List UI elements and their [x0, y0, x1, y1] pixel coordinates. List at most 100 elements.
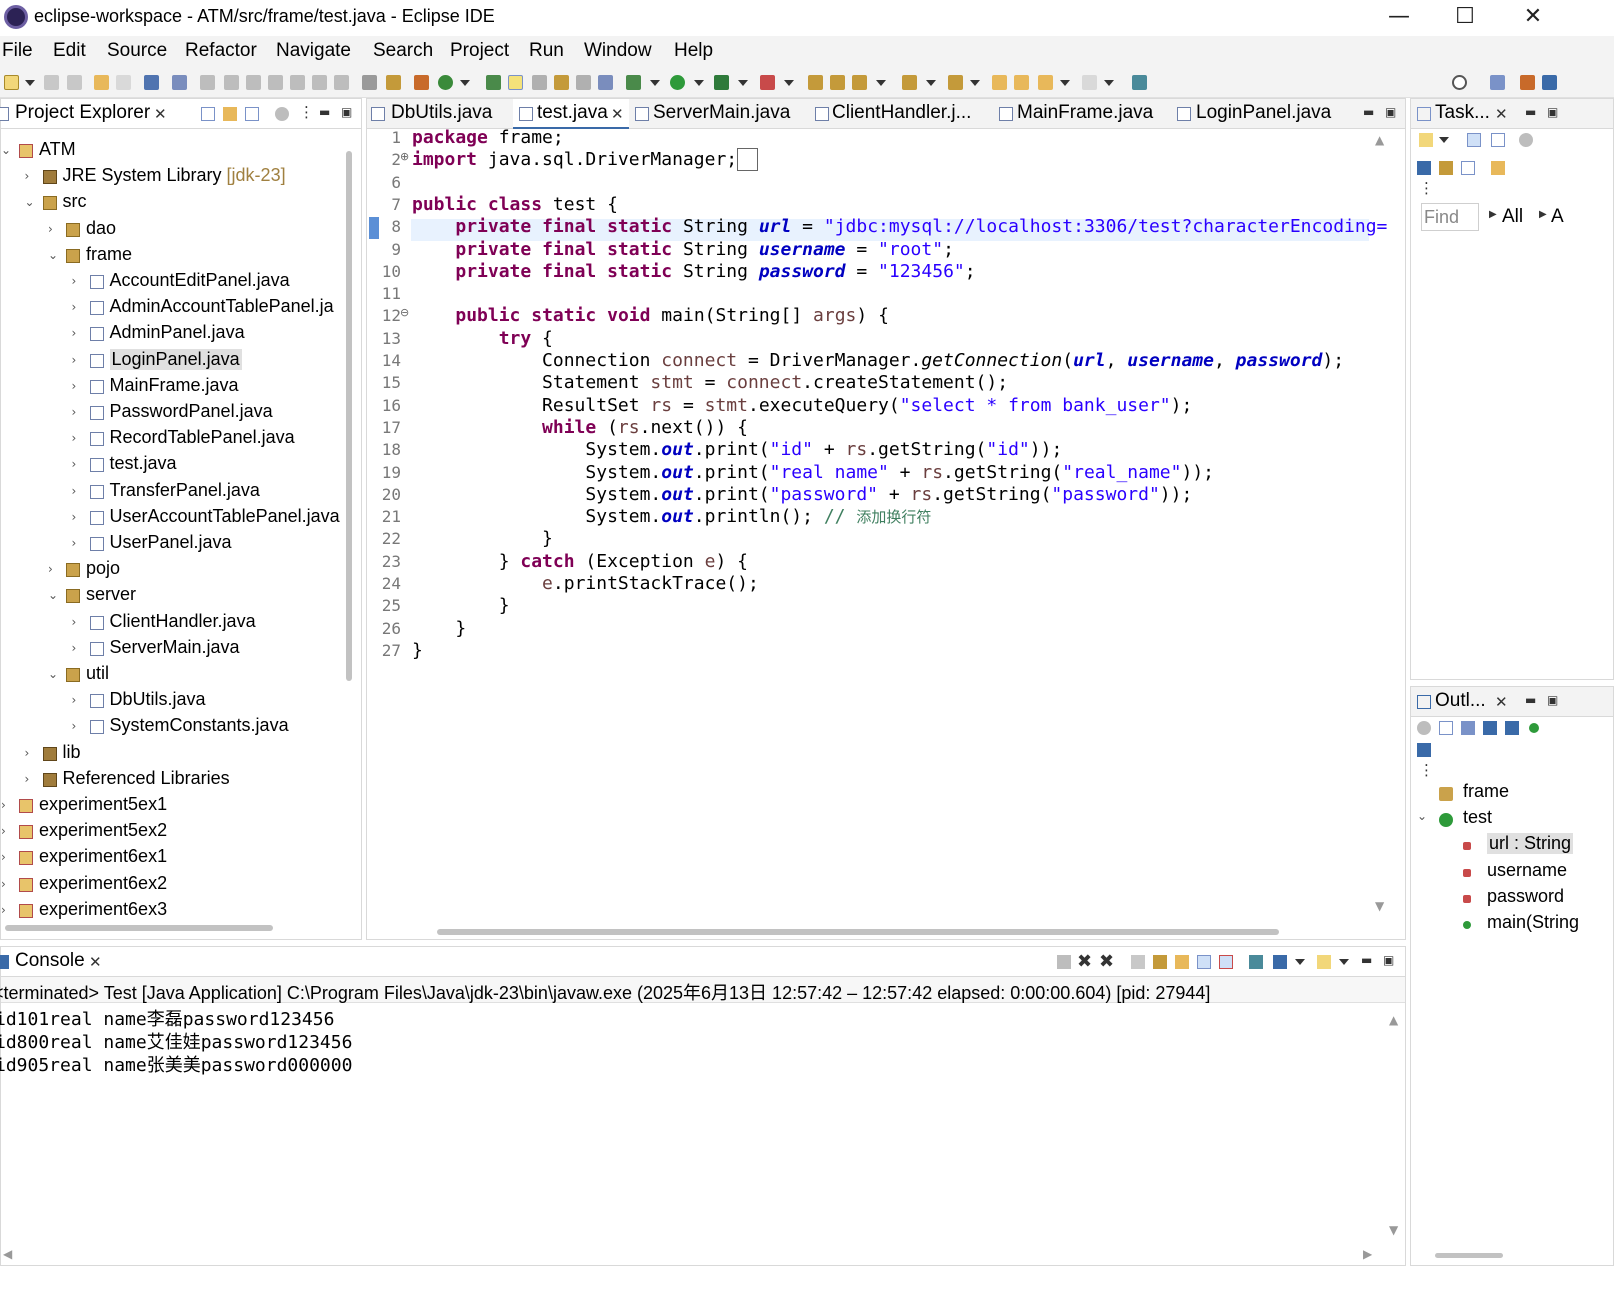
new-dropdown-icon[interactable] [25, 80, 35, 86]
next-annotation-icon[interactable] [902, 75, 917, 90]
new-class-dropdown-icon[interactable] [460, 80, 470, 86]
expand-right-icon[interactable]: › [72, 431, 77, 445]
tree-item[interactable]: PasswordPanel.java [110, 401, 273, 422]
terminate-console-icon[interactable] [1057, 955, 1071, 969]
search-dropdown-icon[interactable] [876, 80, 886, 86]
expand-down-icon[interactable]: ⌄ [48, 588, 58, 602]
expand-right-icon[interactable]: › [72, 510, 77, 524]
new-java-package-icon[interactable] [414, 75, 429, 90]
tab-servermain[interactable]: ServerMain.java [653, 102, 790, 124]
sort-icon[interactable] [1461, 721, 1475, 735]
suspend-icon[interactable] [224, 75, 239, 90]
outline-item[interactable]: url : String [1487, 833, 1574, 855]
project-tree-hscrollbar[interactable] [5, 925, 273, 931]
hide-fields-icon[interactable] [1483, 721, 1497, 735]
code-line[interactable]: } [412, 640, 423, 662]
code-line[interactable]: System.out.print("id" + rs.getString("id… [412, 439, 1062, 461]
debug-dropdown-icon[interactable] [650, 80, 660, 86]
tree-item[interactable]: ClientHandler.java [110, 611, 256, 632]
external-tools-dropdown-icon[interactable] [784, 80, 794, 86]
tree-item[interactable]: pojo [86, 558, 120, 579]
expand-down-icon[interactable]: ⌄ [48, 248, 58, 262]
collapse-outline-icon[interactable] [1439, 721, 1453, 735]
tree-item[interactable]: src [63, 191, 87, 212]
tree-item[interactable]: test.java [110, 453, 177, 474]
tree-item[interactable]: AdminPanel.java [110, 322, 245, 343]
terminal-icon[interactable] [144, 75, 159, 90]
expand-down-icon[interactable]: ⌄ [1, 143, 11, 157]
expand-down-icon[interactable]: ⌄ [48, 667, 58, 681]
tab-dbutils[interactable]: DbUtils.java [391, 102, 492, 124]
code-line[interactable]: private final static String username = "… [412, 239, 954, 261]
code-line[interactable]: } catch (Exception e) { [412, 551, 748, 573]
show-whitespace-icon[interactable] [576, 75, 591, 90]
expand-right-icon[interactable]: › [72, 326, 77, 340]
hide-non-public-icon[interactable] [1529, 723, 1539, 733]
editor-minimize-icon[interactable]: ▬ [1363, 105, 1374, 119]
expand-tasks-icon[interactable] [1461, 161, 1475, 175]
minimize-button[interactable]: — [1364, 0, 1434, 36]
menu-source[interactable]: Source [107, 40, 167, 62]
remove-all-terminated-icon[interactable]: ✖ [1099, 951, 1114, 972]
scroll-down-icon[interactable]: ▼ [1375, 899, 1384, 913]
show-on-stderr-icon[interactable] [1219, 955, 1233, 969]
tab-test[interactable]: test.java [537, 102, 608, 124]
code-line[interactable]: } [412, 595, 510, 617]
tree-item[interactable]: UserPanel.java [110, 532, 232, 553]
tree-item[interactable]: DbUtils.java [110, 689, 206, 710]
expand-right-icon[interactable]: › [1, 877, 6, 891]
code-line[interactable]: try { [412, 328, 553, 350]
hide-local-types-icon[interactable] [1417, 743, 1431, 757]
open-perspective-icon[interactable] [1490, 75, 1505, 90]
project-explorer-close-icon[interactable]: ✕ [154, 105, 167, 123]
save-icon[interactable] [44, 75, 59, 90]
project-tree-vscrollbar[interactable] [346, 151, 352, 681]
outline-view-menu-icon[interactable]: ⋮ [1419, 761, 1434, 779]
code-line[interactable]: import java.sql.DriverManager; [412, 148, 758, 172]
outline-item[interactable]: frame [1463, 781, 1509, 802]
expand-down-icon[interactable]: ⌄ [25, 195, 35, 209]
tree-item[interactable]: experiment6ex2 [39, 873, 167, 894]
tree-item[interactable]: lib [63, 742, 81, 763]
tree-item[interactable]: RecordTablePanel.java [110, 427, 295, 448]
expand-right-icon[interactable]: › [72, 379, 77, 393]
outline-maximize-icon[interactable]: ▣ [1547, 693, 1558, 707]
focus-task-icon[interactable] [1519, 133, 1533, 147]
filter-icon[interactable] [245, 107, 259, 121]
console-close-icon[interactable]: ✕ [89, 953, 102, 971]
sync-icon[interactable] [1491, 161, 1505, 175]
menu-project[interactable]: Project [450, 40, 509, 62]
outline-minimize-icon[interactable]: ▬ [1525, 693, 1536, 707]
expand-right-icon[interactable]: › [72, 405, 77, 419]
focus-icon[interactable] [275, 107, 289, 121]
display-console-icon[interactable] [1273, 955, 1287, 969]
code-line[interactable]: Statement stmt = connect.createStatement… [412, 372, 1008, 394]
back-icon[interactable] [1038, 75, 1053, 90]
tree-item[interactable]: dao [86, 218, 116, 239]
tab-loginpanel[interactable]: LoginPanel.java [1196, 102, 1331, 124]
pilcrow-icon[interactable] [598, 75, 613, 90]
console-maximize-icon[interactable]: ▣ [1383, 953, 1394, 967]
expand-right-icon[interactable]: › [72, 536, 77, 550]
step-over-icon[interactable] [312, 75, 327, 90]
tree-item[interactable]: Referenced Libraries [63, 768, 230, 789]
coverage-dropdown-icon[interactable] [738, 80, 748, 86]
tree-item[interactable]: ServerMain.java [110, 637, 240, 658]
tree-item[interactable]: AccountEditPanel.java [110, 270, 290, 291]
outline-item[interactable]: test [1463, 807, 1492, 828]
code-line[interactable]: System.out.print("real name" + rs.getStr… [412, 462, 1214, 484]
resume-icon[interactable] [200, 75, 215, 90]
code-line[interactable]: System.out.print("password" + rs.getStri… [412, 484, 1192, 506]
collapse-all-icon[interactable] [201, 107, 215, 121]
hide-completed-icon[interactable] [1417, 161, 1431, 175]
tree-item[interactable]: JRE System Library [jdk-23] [63, 165, 286, 186]
code-line[interactable]: package frame; [412, 127, 564, 149]
task-list-maximize-icon[interactable]: ▣ [1547, 105, 1558, 119]
previous-annotation-icon[interactable] [948, 75, 963, 90]
outline-item[interactable]: main(String [1487, 912, 1579, 933]
task-view-menu-icon[interactable]: ⋮ [1419, 179, 1434, 197]
previous-annotation-dropdown-icon[interactable] [970, 80, 980, 86]
code-line[interactable]: Connection connect = DriverManager.getCo… [412, 350, 1344, 372]
save-all-icon[interactable] [67, 75, 82, 90]
back-dropdown-icon[interactable] [1060, 80, 1070, 86]
